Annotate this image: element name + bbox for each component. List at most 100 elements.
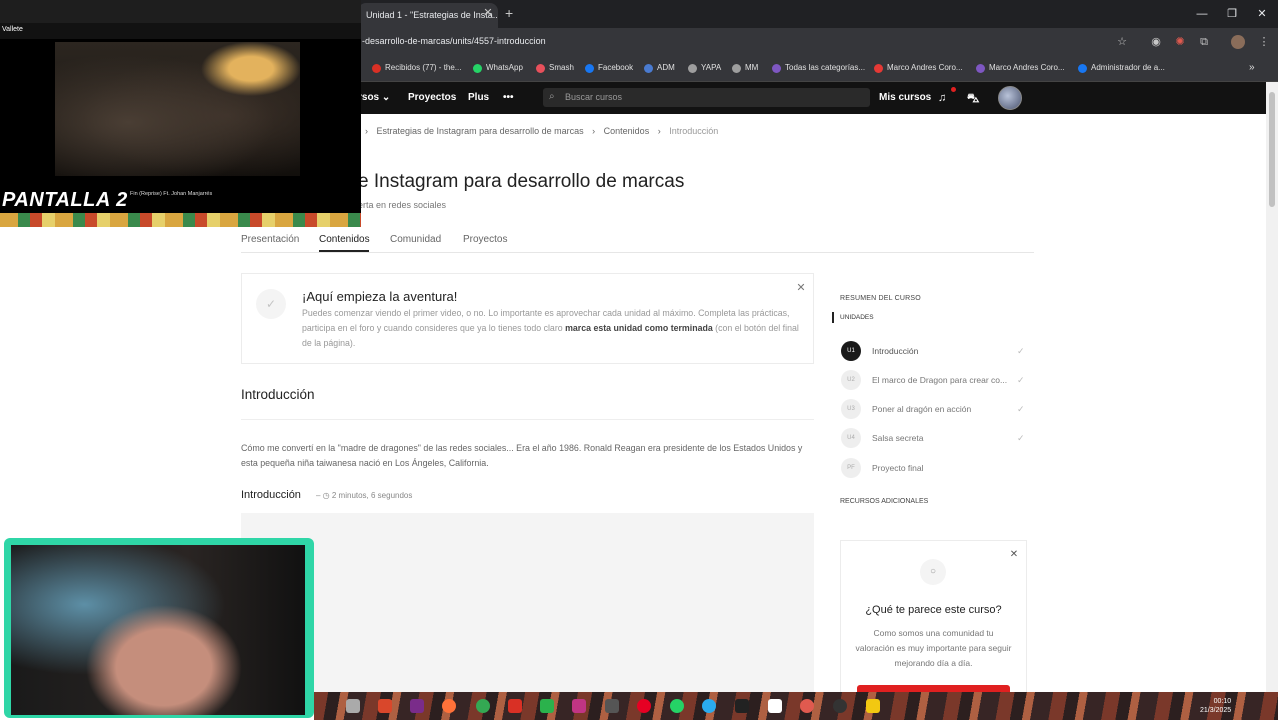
tab-contenidos[interactable]: Contenidos xyxy=(319,234,370,246)
additional-resources-label[interactable]: RECURSOS ADICIONALES xyxy=(840,498,928,505)
notification-bell-icon[interactable]: ♫ xyxy=(938,91,946,105)
taskbar-app-icon[interactable] xyxy=(410,699,424,713)
notification-dot xyxy=(951,87,956,92)
tab-proyectos[interactable]: Proyectos xyxy=(463,234,507,246)
bookmark-favicon xyxy=(976,63,985,73)
breadcrumb-course-link[interactable]: Estrategias de Instagram para desarrollo… xyxy=(377,126,584,136)
scrollbar-thumb[interactable] xyxy=(1269,92,1275,207)
unit-item-salsa-secreta[interactable]: Salsa secreta xyxy=(872,432,1010,444)
bookmark-favicon xyxy=(372,63,381,73)
new-tab-button[interactable]: + xyxy=(505,6,519,20)
feedback-title: ¿Qué te parece este curso? xyxy=(865,604,1002,616)
taskbar-clock[interactable]: 00:10 21/3/2025 xyxy=(1200,697,1231,715)
unit-item-introduccion[interactable]: Introducción xyxy=(872,345,1010,357)
browser-tab-active[interactable]: Unidad 1 - "Estrategias de Insta... xyxy=(358,3,498,28)
bookmark-label: WhatsApp xyxy=(486,63,523,72)
taskbar-chrome-icon[interactable] xyxy=(476,699,490,713)
nav-proyectos[interactable]: Proyectos xyxy=(408,91,456,105)
bookmark-label: ADM xyxy=(657,63,675,72)
bookmark-favicon xyxy=(585,63,594,73)
unit-badge: U1 xyxy=(841,341,861,361)
bookmark-item[interactable]: Todas las categorías... xyxy=(772,61,865,75)
bookmark-item[interactable]: Recibidos (77) - the... xyxy=(372,61,461,75)
overlay-caption: PANTALLA 2 xyxy=(2,189,128,211)
tab-close-icon[interactable]: ✕ xyxy=(482,7,494,19)
taskbar-notion-icon[interactable] xyxy=(768,699,782,713)
tab-comunidad[interactable]: Comunidad xyxy=(390,234,441,246)
taskbar-app-icon[interactable] xyxy=(800,699,814,713)
overlay-logo: Vallete xyxy=(2,26,23,33)
taskbar-firefox-icon[interactable] xyxy=(442,699,456,713)
concert-video-frame xyxy=(55,42,300,176)
url-field[interactable]: -desarrollo-de-marcas/units/4557-introdu… xyxy=(362,36,922,50)
check-icon: ✓ xyxy=(256,289,286,319)
extension-red-icon[interactable]: ✺ xyxy=(1173,35,1187,49)
taskbar-telegram-icon[interactable] xyxy=(702,699,716,713)
taskbar-whatsapp-icon[interactable] xyxy=(670,699,684,713)
unit-item-marco-dragon[interactable]: El marco de Dragon para crear co... xyxy=(872,374,1010,386)
bookmark-item[interactable]: MM xyxy=(732,61,758,75)
user-avatar[interactable] xyxy=(998,86,1022,110)
clock-time: 00:10 xyxy=(1213,698,1232,705)
bookmark-item[interactable]: Marco Andres Coro... xyxy=(976,61,1065,75)
lesson-description: Cómo me convertí en la "madre de dragone… xyxy=(241,443,803,468)
bookmark-item[interactable]: YAPA xyxy=(688,61,721,75)
bookmark-item[interactable]: Administrador de a... xyxy=(1078,61,1165,75)
feedback-body: Como somos una comunidad tu valoración e… xyxy=(855,628,1012,668)
feedback-close-icon[interactable]: ✕ xyxy=(1008,549,1020,561)
bookmark-item[interactable]: Facebook xyxy=(585,61,633,75)
taskbar-pinterest-icon[interactable] xyxy=(637,699,651,713)
bookmarks-more-button[interactable]: » xyxy=(1249,61,1255,75)
lesson-divider xyxy=(241,419,814,420)
bookmark-item[interactable]: WhatsApp xyxy=(473,61,523,75)
taskbar-brave-icon[interactable] xyxy=(378,699,392,713)
taskbar-app-icon[interactable] xyxy=(540,699,554,713)
nav-plus[interactable]: Plus xyxy=(468,91,489,105)
extensions-puzzle-icon[interactable]: ⧉ xyxy=(1197,35,1211,49)
units-label[interactable]: UNIDADES xyxy=(840,314,874,321)
unit-check-icon: ✓ xyxy=(1017,404,1025,414)
bookmark-favicon xyxy=(1078,63,1087,73)
taskbar-files-icon[interactable] xyxy=(866,699,880,713)
extension-camera-icon[interactable]: ◉ xyxy=(1149,35,1163,49)
unit-item-proyecto-final[interactable]: Proyecto final xyxy=(872,462,1010,474)
browser-menu-icon[interactable]: ⋮ xyxy=(1257,35,1271,49)
course-subtitle: erta en redes sociales xyxy=(358,200,447,210)
bookmark-label: Facebook xyxy=(598,63,634,72)
taskbar-capcut-icon[interactable] xyxy=(735,699,749,713)
window-restore-button[interactable]: ❐ xyxy=(1223,6,1241,22)
units-active-indicator xyxy=(832,312,834,323)
bookmark-item[interactable]: ADM xyxy=(644,61,675,75)
nav-more-menu-icon[interactable]: ••• xyxy=(503,91,514,105)
window-close-button[interactable]: ✕ xyxy=(1253,6,1271,22)
webcam-feed xyxy=(11,545,305,715)
course-title: e Instagram para desarrollo de marcas xyxy=(358,171,685,192)
bookmark-item[interactable]: Smash xyxy=(536,61,574,75)
taskbar-app-icon[interactable] xyxy=(508,699,522,713)
taskbar-obs-icon[interactable] xyxy=(833,699,847,713)
video-duration: – ◷ 2 minutos, 6 segundos xyxy=(316,491,413,500)
taskbar-app-icon[interactable] xyxy=(605,699,619,713)
nav-cursos-dropdown[interactable]: rsos ⌄ xyxy=(358,91,390,105)
tab-presentacion[interactable]: Presentación xyxy=(241,234,299,246)
bookmark-favicon xyxy=(772,63,781,73)
notice-body-bold: marca esta unidad como terminada xyxy=(565,322,713,333)
bookmark-label: Marco Andres Coro... xyxy=(887,63,963,72)
bookmark-item[interactable]: Marco Andres Coro... xyxy=(874,61,963,75)
bookmark-label: MM xyxy=(745,63,759,72)
unit-badge: U3 xyxy=(841,399,861,419)
bookmark-star-icon[interactable]: ☆ xyxy=(1115,35,1129,49)
breadcrumb-contents-link[interactable]: Contenidos xyxy=(604,126,650,136)
notice-close-icon[interactable]: ✕ xyxy=(795,282,807,294)
nav-mis-cursos[interactable]: Mis cursos xyxy=(879,91,931,105)
video-player[interactable] xyxy=(241,513,814,703)
window-minimize-button[interactable]: — xyxy=(1193,6,1211,22)
unit-item-dragon-accion[interactable]: Poner al dragón en acción xyxy=(872,403,1010,415)
bookmark-label: Todas las categorías... xyxy=(785,63,866,72)
taskbar-app-icon[interactable] xyxy=(346,699,360,713)
search-placeholder: Buscar cursos xyxy=(565,92,623,102)
taskbar-instagram-icon[interactable] xyxy=(572,699,586,713)
cart-icon[interactable]: ⛍ xyxy=(967,91,979,105)
profile-avatar-icon[interactable] xyxy=(1231,35,1245,49)
notice-body: Puedes comenzar viendo el primer video, … xyxy=(302,306,802,350)
